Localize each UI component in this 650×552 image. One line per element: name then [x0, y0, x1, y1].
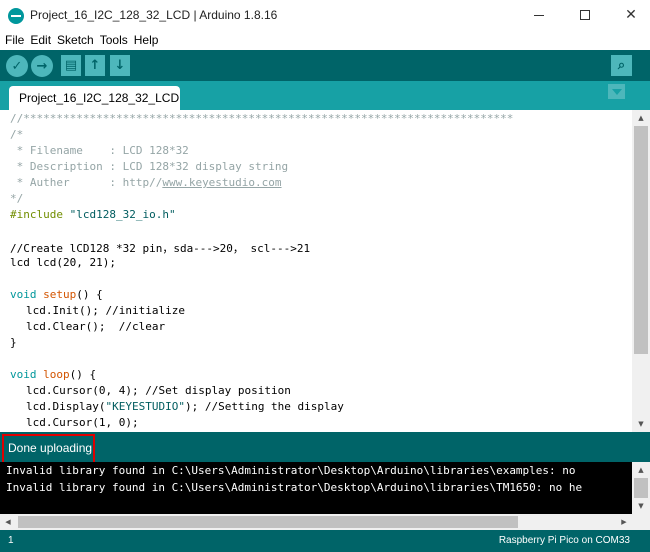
maximize-icon: [580, 10, 590, 20]
new-document-icon: ▤: [64, 58, 78, 73]
code-editor[interactable]: //**************************************…: [0, 110, 632, 432]
close-button[interactable]: ✕: [608, 0, 650, 30]
line-number: 1: [8, 535, 14, 546]
code-line: //Create lCD128 *32 pin，sda--->20， scl--…: [10, 242, 311, 255]
scrollbar-corner: [632, 514, 650, 530]
editor-vertical-scrollbar[interactable]: ▲ ▼: [632, 110, 650, 432]
code-line: lcd.Cursor(0, 4); //Set display position: [26, 384, 291, 400]
code-line: void setup() {: [10, 288, 103, 304]
close-icon: ✕: [625, 7, 637, 23]
serial-monitor-button[interactable]: ⌕: [611, 55, 632, 76]
save-sketch-button[interactable]: ↓: [110, 55, 130, 76]
code-line: */: [10, 192, 24, 205]
footer-bar: 1 Raspberry Pi Pico on COM33: [0, 530, 650, 552]
scrollbar-thumb[interactable]: [634, 126, 648, 354]
code-token: void: [10, 368, 37, 381]
code-line: lcd.Init(); //initialize: [26, 304, 185, 320]
menu-edit[interactable]: Edit: [30, 33, 51, 47]
code-line: //**************************************…: [10, 112, 514, 125]
new-sketch-button[interactable]: ▤: [61, 55, 81, 76]
code-token: lcd: [26, 400, 46, 413]
window-title: Project_16_I2C_128_32_LCD | Arduino 1.8.…: [30, 8, 278, 22]
status-bar: Done uploading.: [0, 432, 650, 462]
code-line: lcd.Clear(); //clear: [26, 320, 165, 336]
code-token: loop: [43, 368, 70, 381]
scroll-up-arrow-icon[interactable]: ▲: [632, 462, 650, 478]
scroll-down-arrow-icon[interactable]: ▼: [632, 416, 650, 432]
highlight-box: [2, 434, 95, 464]
code-line: lcd.Display("KEYESTUDIO"); //Setting the…: [26, 400, 344, 416]
code-token: * Auther : http//: [10, 176, 163, 189]
code-token: ); //Setting the display: [184, 400, 344, 413]
code-token: .Cursor(0, 4); //Set display position: [45, 384, 291, 397]
code-token: setup: [43, 288, 77, 301]
tab-sketch[interactable]: Project_16_I2C_128_32_LCD: [9, 86, 180, 110]
console-output[interactable]: Invalid library found in C:\Users\Admini…: [0, 462, 632, 514]
menu-tools[interactable]: Tools: [100, 33, 128, 47]
code-token: () {: [76, 288, 103, 301]
arrow-right-icon: →: [36, 58, 48, 74]
arduino-logo-icon: [8, 8, 24, 24]
scroll-down-arrow-icon[interactable]: ▼: [632, 498, 650, 514]
arrow-down-icon: ↓: [114, 58, 126, 73]
code-token: .Init(); //initialize: [45, 304, 185, 317]
tab-menu-button[interactable]: [608, 84, 625, 99]
menu-help[interactable]: Help: [134, 33, 159, 47]
code-line: }: [10, 336, 17, 349]
code-line: lcd lcd(20, 21);: [10, 256, 116, 269]
magnifier-icon: ⌕: [617, 58, 626, 73]
menu-bar: File Edit Sketch Tools Help: [0, 30, 650, 50]
code-token: .Cursor(1, 0);: [45, 416, 139, 429]
verify-button[interactable]: ✓: [6, 55, 28, 77]
tab-strip: Project_16_I2C_128_32_LCD: [0, 81, 650, 110]
code-token: .Display(: [45, 400, 106, 413]
arrow-up-icon: ↑: [89, 58, 101, 73]
minimize-button[interactable]: [516, 0, 562, 30]
console-vertical-scrollbar[interactable]: ▲ ▼: [632, 462, 650, 514]
scroll-right-arrow-icon[interactable]: ▶: [616, 514, 632, 530]
minimize-icon: [534, 14, 544, 16]
scrollbar-thumb[interactable]: [18, 516, 518, 528]
upload-button[interactable]: →: [31, 55, 53, 77]
code-line: * Auther : http//www.keyestudio.com: [10, 176, 282, 192]
maximize-button[interactable]: [562, 0, 608, 30]
console-line: Invalid library found in C:\Users\Admini…: [6, 464, 576, 477]
code-token: "KEYESTUDIO": [105, 400, 185, 413]
code-token: () {: [69, 368, 97, 381]
scrollbar-thumb[interactable]: [634, 478, 648, 498]
scroll-up-arrow-icon[interactable]: ▲: [632, 110, 650, 126]
checkmark-icon: ✓: [11, 58, 23, 74]
website-link[interactable]: www.keyestudio.com: [162, 176, 281, 189]
code-token: lcd: [26, 304, 46, 317]
code-token: lcd: [26, 416, 46, 429]
code-token: lcd: [26, 320, 46, 333]
code-token: "lcd128_32_io.h": [69, 208, 176, 221]
menu-file[interactable]: File: [5, 33, 24, 47]
title-bar: Project_16_I2C_128_32_LCD | Arduino 1.8.…: [0, 0, 650, 30]
console-horizontal-scrollbar[interactable]: ◀ ▶: [0, 514, 632, 530]
code-line: #include "lcd128_32_io.h": [10, 208, 176, 224]
open-sketch-button[interactable]: ↑: [85, 55, 105, 76]
code-line: * Description : LCD 128*32 display strin…: [10, 160, 289, 173]
code-token: void: [10, 288, 37, 301]
menu-sketch[interactable]: Sketch: [57, 33, 94, 47]
code-line: /*: [10, 128, 24, 141]
console-line: Invalid library found in C:\Users\Admini…: [6, 481, 583, 494]
code-line: * Filename : LCD 128*32: [10, 144, 189, 157]
chevron-down-icon: [611, 88, 622, 95]
code-line: lcd.Cursor(1, 0);: [26, 416, 139, 432]
code-token: #include: [10, 208, 63, 221]
code-token: lcd: [26, 384, 46, 397]
scroll-left-arrow-icon[interactable]: ◀: [0, 514, 16, 530]
code-line: void loop() {: [10, 368, 96, 384]
code-token: .Clear(); //clear: [45, 320, 166, 333]
board-port-label: Raspberry Pi Pico on COM33: [498, 535, 630, 546]
toolbar: ✓ → ▤ ↑ ↓ ⌕: [0, 50, 650, 81]
